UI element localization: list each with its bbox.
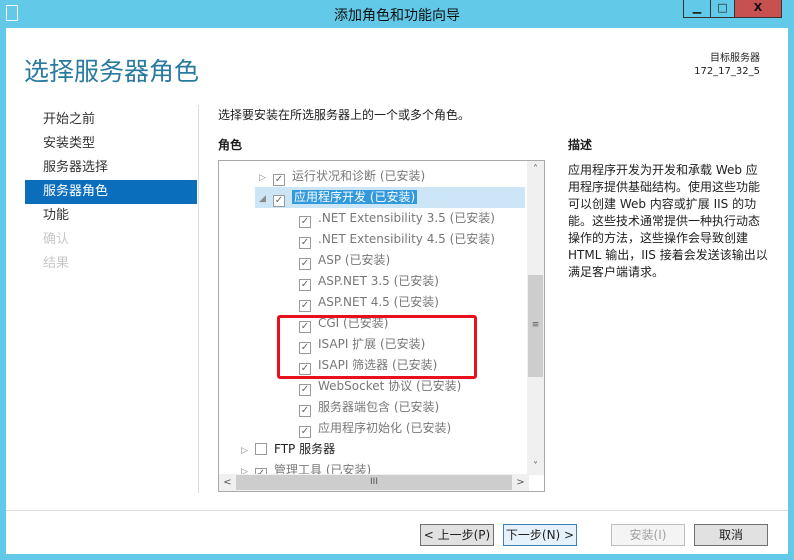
divider <box>198 105 199 493</box>
vertical-scrollbar[interactable]: ˄ ≡ ˅ <box>527 161 544 475</box>
collapse-icon[interactable]: ◢ <box>259 189 273 210</box>
instruction-text: 选择要安装在所选服务器上的一个或多个角色。 <box>218 108 471 122</box>
description-heading: 描述 <box>568 138 593 152</box>
nav-step[interactable]: 服务器角色 <box>25 180 197 204</box>
previous-button[interactable]: < 上一步(P) <box>420 524 494 546</box>
role-tree-item[interactable]: ✓ 服务器端包含 (已安装) <box>219 397 519 418</box>
role-checkbox[interactable]: ✓ <box>273 174 285 186</box>
nav-step[interactable]: 功能 <box>25 204 197 228</box>
role-tree-item[interactable]: ✓ .NET Extensibility 4.5 (已安装) <box>219 229 519 250</box>
role-checkbox[interactable]: ✓ <box>273 195 285 207</box>
wizard-steps: 开始之前 安装类型 服务器选择 服务器角色 功能确认结果 <box>25 108 197 276</box>
target-server-label: 目标服务器 <box>710 53 760 64</box>
vertical-scroll-thumb[interactable]: ≡ <box>528 275 543 377</box>
role-tree-item[interactable]: ✓ .NET Extensibility 3.5 (已安装) <box>219 208 519 229</box>
title-bar: 添加角色和功能向导 ▁ □ X <box>0 0 794 28</box>
role-checkbox[interactable]: ✓ <box>299 426 311 438</box>
nav-step[interactable]: 安装类型 <box>25 132 197 156</box>
scroll-right-icon[interactable]: > <box>512 474 529 491</box>
role-checkbox[interactable]: ✓ <box>299 300 311 312</box>
role-tree-item[interactable]: ✓ 应用程序初始化 (已安装) <box>219 418 519 439</box>
scroll-down-icon[interactable]: ˅ <box>527 458 544 475</box>
maximize-button[interactable]: □ <box>710 0 735 18</box>
role-tree-item[interactable]: ✓ ASP.NET 4.5 (已安装) <box>219 292 519 313</box>
minimize-button[interactable]: ▁ <box>683 0 711 18</box>
nav-step: 结果 <box>43 256 70 271</box>
role-label: FTP 服务器 <box>274 442 336 456</box>
role-checkbox[interactable] <box>255 443 267 455</box>
scroll-left-icon[interactable]: < <box>219 474 236 491</box>
role-label: 应用程序开发 (已安装) <box>292 190 418 204</box>
role-checkbox[interactable]: ✓ <box>299 405 311 417</box>
expand-icon[interactable]: ▷ <box>241 441 255 462</box>
role-label: ASP (已安装) <box>318 253 391 267</box>
role-label: .NET Extensibility 4.5 (已安装) <box>318 232 495 246</box>
horizontal-scroll-thumb[interactable]: III <box>236 475 512 490</box>
target-server-value: 172_17_32_5 <box>694 66 760 77</box>
next-button[interactable]: 下一步(N) > <box>503 524 577 546</box>
nav-step[interactable]: 服务器选择 <box>25 156 197 180</box>
role-tree-item[interactable]: ✓ ASP.NET 3.5 (已安装) <box>219 271 519 292</box>
role-tree-item[interactable]: ✓ ASP (已安装) <box>219 250 519 271</box>
role-label: WebSocket 协议 (已安装) <box>318 379 462 393</box>
highlight-box <box>277 315 477 379</box>
role-label: ASP.NET 4.5 (已安装) <box>318 295 439 309</box>
window-title: 添加角色和功能向导 <box>334 8 460 24</box>
footer-divider <box>6 510 788 511</box>
role-checkbox[interactable]: ✓ <box>299 279 311 291</box>
role-label: 运行状况和诊断 (已安装) <box>292 169 426 183</box>
role-tree-item[interactable]: ✓ WebSocket 协议 (已安装) <box>219 376 519 397</box>
role-checkbox[interactable]: ✓ <box>299 237 311 249</box>
role-checkbox[interactable]: ✓ <box>299 258 311 270</box>
role-label: 应用程序初始化 (已安装) <box>318 421 452 435</box>
role-label: ASP.NET 3.5 (已安装) <box>318 274 439 288</box>
cancel-button[interactable]: 取消 <box>694 524 768 546</box>
target-server: 目标服务器 172_17_32_5 <box>694 52 760 78</box>
nav-step[interactable]: 开始之前 <box>25 108 197 132</box>
wizard-body: 选择服务器角色 目标服务器 172_17_32_5 开始之前 安装类型 服务器选择服… <box>6 28 788 554</box>
scroll-up-icon[interactable]: ˄ <box>527 161 544 178</box>
role-tree-item[interactable]: ▷ FTP 服务器 <box>219 439 519 460</box>
description-text: 应用程序开发为开发和承载 Web 应用程序提供基础结构。使用这些功能可以创建 W… <box>568 163 768 279</box>
role-tree-item[interactable]: ◢ ✓ 应用程序开发 (已安装) <box>255 187 525 208</box>
role-label: .NET Extensibility 3.5 (已安装) <box>318 211 495 225</box>
role-checkbox[interactable]: ✓ <box>299 216 311 228</box>
horizontal-scrollbar[interactable]: < III > <box>219 474 529 491</box>
install-button[interactable]: 安装(I) <box>611 524 685 546</box>
role-label: 服务器端包含 (已安装) <box>318 400 440 414</box>
role-checkbox[interactable]: ✓ <box>299 384 311 396</box>
page-title: 选择服务器角色 <box>24 57 200 86</box>
nav-step: 确认 <box>43 232 70 247</box>
role-tree-item[interactable]: ▷ ✓ 运行状况和诊断 (已安装) <box>219 166 519 187</box>
roles-heading: 角色 <box>218 138 243 152</box>
expand-icon[interactable]: ▷ <box>259 168 273 189</box>
close-button[interactable]: X <box>734 0 782 18</box>
